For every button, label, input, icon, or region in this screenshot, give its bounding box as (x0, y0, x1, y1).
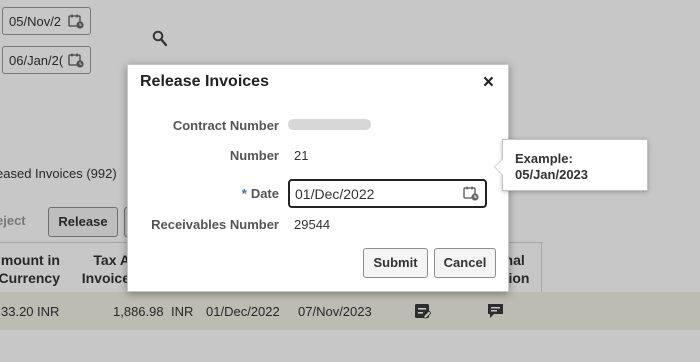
close-icon[interactable]: × (483, 73, 494, 92)
number-label: Number (229, 148, 279, 163)
date-input[interactable]: 01/Dec/2022 (288, 179, 487, 208)
receivables-number-label: Receivables Number (151, 217, 279, 232)
required-marker: * (241, 186, 247, 201)
number-value: 21 (294, 148, 309, 163)
dialog-title: Release Invoices (140, 73, 269, 90)
date-format-tooltip: Example: 05/Jan/2023 (494, 139, 648, 191)
contract-number-value-redacted (288, 119, 371, 130)
date-input-value: 01/Dec/2022 (295, 186, 375, 202)
receivables-number-value: 29544 (294, 217, 331, 232)
tooltip-arrow (494, 158, 503, 176)
tooltip-line-1: Example: (515, 151, 573, 166)
calendar-icon[interactable] (463, 186, 479, 201)
release-invoices-dialog: Release Invoices × Contract Number Numbe… (127, 64, 509, 292)
tooltip-line-2: 05/Jan/2023 (515, 167, 589, 182)
cancel-button[interactable]: Cancel (434, 248, 496, 278)
date-label: * Date (241, 186, 279, 201)
submit-button[interactable]: Submit (363, 248, 428, 278)
contract-number-label: Contract Number (172, 118, 279, 133)
